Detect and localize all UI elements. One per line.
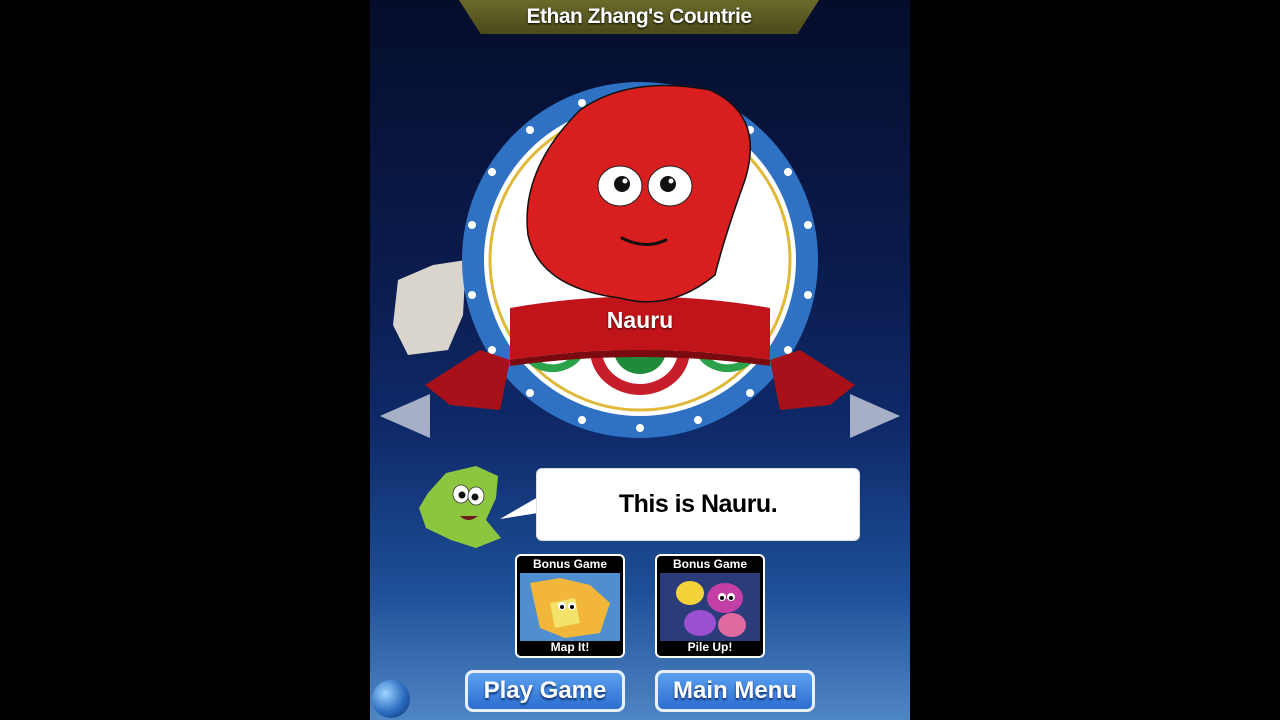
main-menu-label: Main Menu [673,677,797,704]
map-it-artwork [520,573,620,641]
globe-icon[interactable] [372,680,410,718]
speech-bubble-tail [500,497,538,519]
bonus-game-label: Bonus Game [672,557,747,571]
canada-mascot-icon [419,466,501,548]
left-arrow-icon[interactable] [378,390,432,442]
play-game-button[interactable]: Play Game [465,670,625,712]
page-title: Ethan Zhang's Countrie [526,5,753,28]
bonus-game-map-it[interactable]: Bonus Game Map It! [515,554,625,658]
country-name: Nauru [606,307,674,333]
pile-up-artwork [660,573,760,641]
bonus-game-title: Pile Up! [687,640,733,654]
right-arrow-icon[interactable] [848,390,902,442]
play-game-label: Play Game [483,677,607,704]
bonus-game-pile-up[interactable]: Bonus Game Pile Up! [655,554,765,658]
bonus-game-label: Bonus Game [532,557,607,571]
bonus-game-title: Map It! [550,640,590,654]
title-banner: Ethan Zhang's Countrie [459,0,819,34]
main-menu-button[interactable]: Main Menu [655,670,815,712]
country-badge [425,82,855,438]
game-screen: Ethan Zhang's Countrie Nauru This is Nau… [370,0,910,720]
speech-text: This is Nauru. [618,490,778,518]
speech-bubble: This is Nauru. [536,468,860,541]
